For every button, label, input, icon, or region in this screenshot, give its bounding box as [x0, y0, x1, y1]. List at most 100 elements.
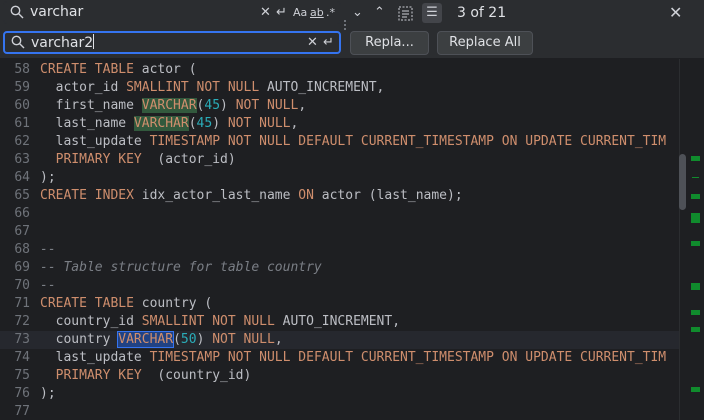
code-token: country_id [40, 314, 142, 329]
match-marker [691, 283, 700, 290]
code-line[interactable]: 67 [0, 223, 680, 241]
line-number: 74 [14, 350, 30, 365]
match-case-icon[interactable]: Aa [293, 4, 307, 22]
match-marker [691, 194, 700, 199]
code-line[interactable]: 68 -- [0, 241, 680, 259]
code-token: ) [196, 332, 213, 347]
replace-input[interactable]: varchar2 [31, 34, 95, 51]
code-line[interactable]: 58 CREATE TABLE actor ( [0, 61, 680, 79]
code-token: actor (last_name); [313, 188, 463, 203]
code-editor[interactable]: 58 CREATE TABLE actor (59 actor_id SMALLI… [0, 59, 704, 420]
code-token: last_name [40, 116, 134, 131]
code-token: 50 [180, 332, 197, 347]
code-token: TIMESTAMP NOT NULL DEFAULT CURRENT_TIMES… [149, 350, 667, 365]
code-line[interactable]: 76); [0, 385, 680, 403]
code-token: 45 [196, 116, 213, 131]
code-line[interactable]: 75 PRIMARY KEY (country_id) [0, 367, 680, 385]
line-number: 67 [14, 224, 30, 239]
match-marker [691, 327, 700, 332]
code-text: country_id SMALLINT NOT NULL AUTO_INCREM… [40, 313, 400, 331]
toolbar-separator [344, 20, 346, 34]
code-token: AUTO_INCREMENT, [259, 80, 385, 95]
replace-all-button[interactable]: Replace All [437, 31, 533, 55]
code-line[interactable]: 62 last_update TIMESTAMP NOT NULL DEFAUL… [0, 133, 680, 151]
filter-menu-icon[interactable]: ☰ [422, 3, 442, 23]
line-number: 63 [14, 152, 30, 167]
search-match: VARCHAR [141, 98, 197, 113]
search-input[interactable]: varchar [30, 4, 83, 20]
line-number: 61 [14, 116, 30, 131]
code-text: CREATE INDEX idx_actor_last_name ON acto… [40, 187, 463, 205]
code-token: SMALLINT NOT NULL [126, 80, 260, 95]
whole-words-icon[interactable]: ab [310, 4, 324, 22]
replace-button[interactable]: Repla... [350, 31, 429, 55]
code-line[interactable]: 66 [0, 205, 680, 223]
code-line[interactable]: 72 country_id SMALLINT NOT NULL AUTO_INC… [0, 313, 680, 331]
code-text: last_name VARCHAR(45) NOT NULL, [40, 115, 298, 133]
code-text: first_name VARCHAR(45) NOT NULL, [40, 97, 306, 115]
code-token: NOT NULL [235, 98, 299, 113]
code-line[interactable]: 64); [0, 169, 680, 187]
code-line[interactable]: 70 -- [0, 277, 680, 295]
code-line[interactable]: 59 actor_id SMALLINT NOT NULL AUTO_INCRE… [0, 79, 680, 97]
code-text: ); [40, 169, 56, 187]
code-line[interactable]: 69 -- Table structure for table country [0, 259, 680, 277]
code-text: CREATE TABLE country ( [40, 295, 212, 313]
new-line-icon[interactable]: ↵ [323, 34, 334, 52]
search-icon [10, 5, 24, 19]
chevron-down-icon[interactable]: ⌄ [352, 4, 363, 22]
code-text: country VARCHAR(50) NOT NULL, [40, 331, 283, 349]
search-field[interactable]: varchar ✕ ↵ Aa ab .* [3, 1, 341, 24]
match-marker [691, 241, 700, 246]
select-all-occurrences-icon[interactable] [398, 6, 413, 21]
code-text: ); [40, 385, 56, 403]
code-token: , [290, 116, 299, 131]
vertical-scrollbar[interactable] [679, 59, 689, 420]
code-line[interactable]: 65 CREATE INDEX idx_actor_last_name ON ac… [0, 187, 680, 205]
code-token: AUTO_INCREMENT, [274, 314, 401, 329]
clear-search-icon[interactable]: ✕ [260, 4, 271, 22]
code-text: last_update TIMESTAMP NOT NULL DEFAULT C… [40, 133, 667, 151]
code-token: country ( [133, 296, 213, 311]
search-match: VARCHAR [117, 331, 175, 348]
scrollbar-thumb[interactable] [679, 154, 686, 210]
code-token: , [274, 332, 283, 347]
line-number: 76 [14, 386, 30, 401]
code-line[interactable]: 74 last_update TIMESTAMP NOT NULL DEFAUL… [0, 349, 680, 367]
line-number: 68 [14, 242, 30, 257]
code-token: ) [212, 116, 228, 131]
code-line[interactable]: 63 PRIMARY KEY (actor_id) [0, 151, 680, 169]
line-number: 66 [14, 206, 30, 221]
match-count: 3 of 21 [457, 5, 507, 21]
match-marker [691, 310, 700, 315]
code-token: last_update [40, 350, 150, 365]
line-number: 71 [14, 296, 30, 311]
code-text: last_update TIMESTAMP NOT NULL DEFAULT C… [40, 349, 667, 367]
line-number: 62 [14, 134, 30, 149]
code-token: (country_id) [141, 368, 252, 383]
close-icon[interactable]: ✕ [669, 3, 682, 22]
code-line[interactable]: 71 CREATE TABLE country ( [0, 295, 680, 313]
find-replace-toolbar: varchar ✕ ↵ Aa ab .* ⌄ ⌃ ☰ 3 of 21 ✕ var… [0, 0, 704, 59]
code-token: -- [40, 278, 56, 293]
new-line-icon[interactable]: ↵ [276, 4, 287, 22]
code-line[interactable]: 60 first_name VARCHAR(45) NOT NULL, [0, 97, 680, 115]
code-token: CREATE INDEX [40, 188, 134, 203]
code-token: -- Table structure for table country [40, 260, 322, 275]
code-token: last_update [40, 134, 150, 149]
code-text: CREATE TABLE actor ( [40, 61, 197, 79]
code-token: PRIMARY KEY [55, 368, 142, 383]
chevron-up-icon[interactable]: ⌃ [374, 4, 385, 22]
code-line[interactable]: 73 country VARCHAR(50) NOT NULL, [0, 331, 680, 349]
code-line[interactable]: 77 [0, 403, 680, 420]
match-marker [691, 213, 700, 223]
regex-icon[interactable]: .* [326, 4, 335, 22]
line-number: 69 [14, 260, 30, 275]
code-line[interactable]: 61 last_name VARCHAR(45) NOT NULL, [0, 115, 680, 133]
code-text: PRIMARY KEY (actor_id) [40, 151, 236, 169]
replace-field[interactable]: varchar2 ✕ ↵ [3, 31, 341, 54]
clear-replace-icon[interactable]: ✕ [307, 34, 318, 52]
line-number: 70 [14, 278, 30, 293]
code-token: SMALLINT NOT NULL [141, 314, 275, 329]
